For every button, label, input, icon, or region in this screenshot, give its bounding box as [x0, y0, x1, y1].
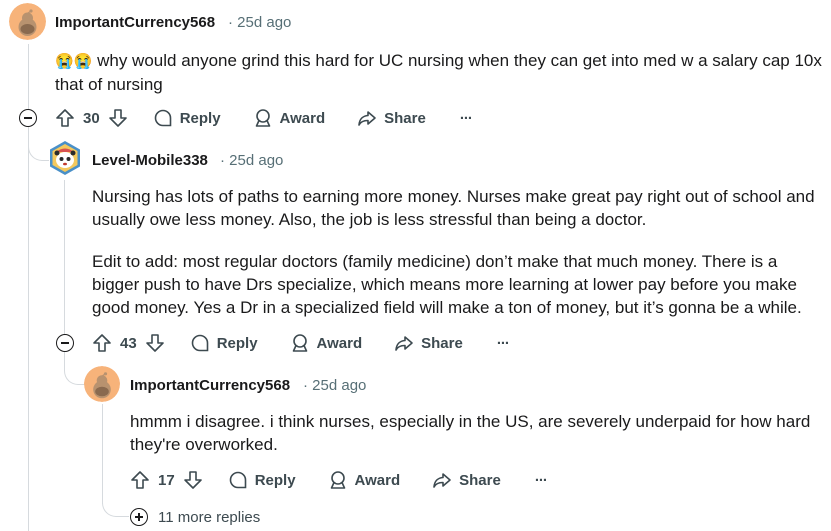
thread-line-3: [102, 404, 103, 504]
downvote-icon: [183, 471, 202, 489]
downvote-button[interactable]: [108, 108, 128, 128]
comment-icon: [229, 471, 246, 489]
comment-body: Nursing has lots of paths to earning mor…: [92, 185, 827, 319]
reply-button[interactable]: Reply: [228, 470, 296, 490]
comment-icon: [154, 109, 171, 127]
comment-author[interactable]: ImportantCurrency568: [55, 14, 215, 31]
dot-separator: ·: [228, 14, 238, 31]
avatar[interactable]: [47, 140, 83, 176]
share-button[interactable]: Share: [357, 108, 426, 128]
comment-line: they're overworked.: [130, 435, 278, 454]
share-button[interactable]: Share: [432, 470, 501, 490]
downvote-icon: [145, 334, 164, 352]
reply-button[interactable]: Reply: [153, 108, 221, 128]
more-options-button[interactable]: ···: [535, 472, 548, 489]
share-button[interactable]: Share: [394, 333, 463, 353]
collapse-thread-button[interactable]: [19, 109, 37, 127]
vote-count: 17: [158, 471, 175, 489]
downvote-button[interactable]: [183, 470, 203, 490]
reply-label: Reply: [179, 109, 221, 127]
dot-separator: ·: [303, 377, 313, 394]
upvote-icon: [93, 334, 111, 352]
reply-label: Reply: [254, 471, 296, 489]
comment-paragraph: Edit to add: most regular doctors (famil…: [92, 250, 827, 319]
award-label: Award: [279, 109, 326, 127]
comment-line: usually owe less money. Also, the job is…: [92, 210, 647, 229]
more-replies-button[interactable]: 11 more replies: [130, 508, 260, 526]
reply-button[interactable]: Reply: [190, 333, 258, 353]
upvote-icon: [56, 109, 74, 127]
award-label: Award: [316, 334, 363, 352]
emoji: 😭😭: [55, 53, 93, 70]
comment-icon: [191, 334, 208, 352]
thread-branch-2: [64, 352, 85, 385]
comment-timestamp: · 25d ago: [228, 14, 291, 31]
award-icon: [255, 109, 270, 127]
comment-line: bigger push to have Drs specialize, whic…: [92, 275, 797, 294]
share-label: Share: [459, 471, 501, 489]
share-label: Share: [421, 334, 463, 352]
comment-line: that of nursing: [55, 75, 163, 94]
comment-line: Edit to add: most regular doctors (famil…: [92, 252, 778, 271]
comment-actions: 30 Reply Award Share ···: [55, 105, 473, 131]
comment-line: why would anyone grind this hard for UC …: [97, 51, 822, 70]
comment-author[interactable]: Level-Mobile338: [92, 152, 208, 169]
share-icon: [433, 473, 451, 488]
comment-timestamp: · 25d ago: [220, 152, 283, 169]
upvote-button[interactable]: [92, 333, 112, 353]
upvote-icon: [131, 471, 149, 489]
comment-time: 25d ago: [229, 152, 284, 169]
more-options-button[interactable]: ···: [460, 110, 473, 127]
share-label: Share: [384, 109, 426, 127]
award-label: Award: [354, 471, 401, 489]
comment-line: hmmm i disagree. i think nurses, especia…: [130, 412, 811, 431]
share-icon: [395, 336, 413, 351]
thread-branch-3: [102, 496, 129, 517]
comment-line: Nursing has lots of paths to earning mor…: [92, 187, 815, 206]
collapse-thread-button[interactable]: [56, 334, 74, 352]
upvote-button[interactable]: [55, 108, 75, 128]
more-options-button[interactable]: ···: [497, 335, 510, 352]
award-icon: [330, 471, 345, 489]
award-button[interactable]: Award: [253, 108, 326, 128]
reply-label: Reply: [216, 334, 258, 352]
more-replies-label: 11 more replies: [158, 508, 261, 526]
avatar[interactable]: [9, 3, 46, 40]
comment-timestamp: · 25d ago: [303, 377, 366, 394]
comment-body: hmmm i disagree. i think nurses, especia…: [130, 410, 825, 456]
thread-line-2: [64, 180, 65, 340]
upvote-button[interactable]: [130, 470, 150, 490]
downvote-button[interactable]: [145, 333, 165, 353]
award-button[interactable]: Award: [328, 470, 401, 490]
comment-actions: 17 Reply Award Share ···: [130, 467, 548, 493]
comment-author[interactable]: ImportantCurrency568: [130, 377, 290, 394]
comment-time: 25d ago: [312, 377, 367, 394]
thread-branch-1: [28, 140, 49, 161]
comment-actions: 43 Reply Award Share ···: [92, 330, 510, 356]
comment-time: 25d ago: [237, 14, 292, 31]
expand-plus-icon: [130, 508, 148, 526]
avatar[interactable]: [84, 366, 120, 402]
vote-count: 30: [83, 109, 100, 127]
comment-line: good money. Yes a Dr in a specialized fi…: [92, 298, 802, 317]
award-icon: [292, 334, 307, 352]
comment-paragraph: Nursing has lots of paths to earning mor…: [92, 185, 827, 231]
comment-body: 😭😭 why would anyone grind this hard for …: [55, 49, 825, 96]
award-button[interactable]: Award: [290, 333, 363, 353]
vote-count: 43: [120, 334, 137, 352]
downvote-icon: [108, 109, 127, 127]
share-icon: [358, 111, 376, 126]
dot-separator: ·: [220, 152, 230, 169]
